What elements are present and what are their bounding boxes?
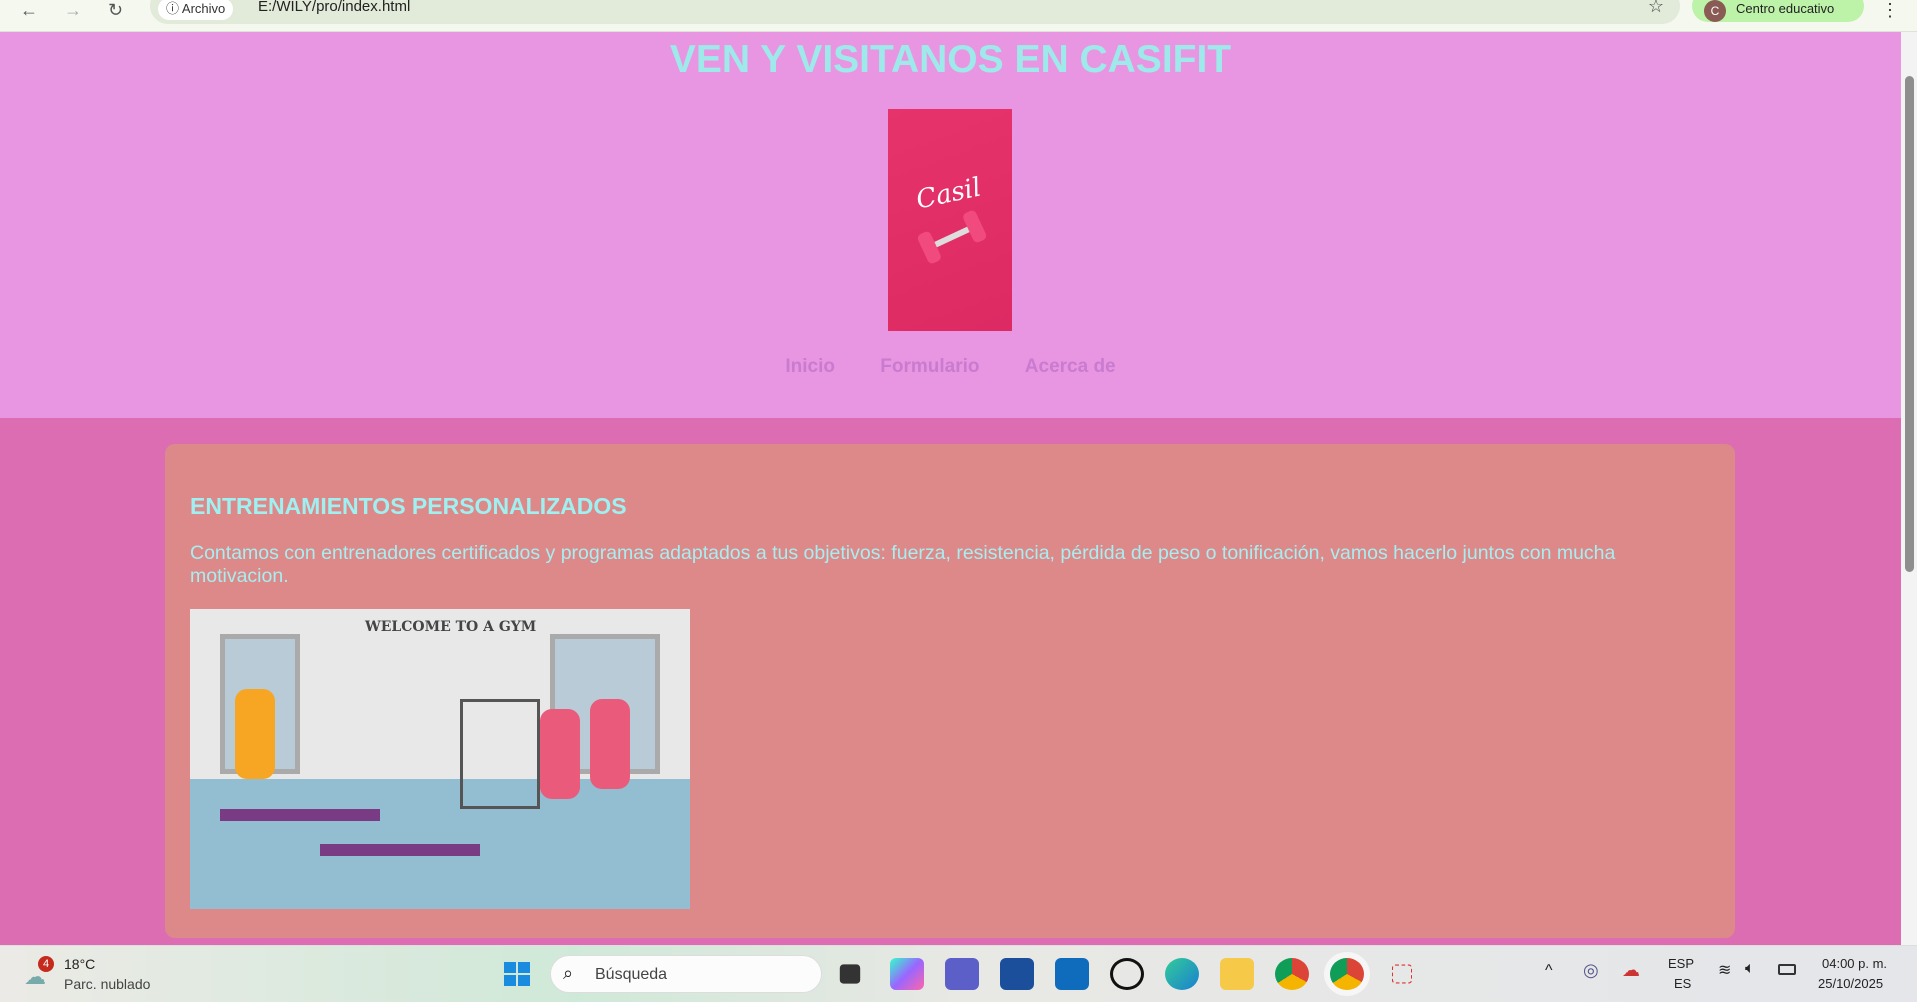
weather-badge: 4 (38, 956, 54, 972)
address-bar[interactable]: ⓘ Archivo E:/WILY/pro/index.html ☆ (150, 0, 1680, 24)
taskbar-search[interactable]: ⌕ Búsqueda (550, 955, 822, 993)
dell-icon[interactable] (1110, 958, 1144, 990)
reload-icon[interactable]: ↻ (108, 0, 123, 21)
copilot-icon[interactable] (890, 958, 924, 990)
scrollbar-thumb[interactable] (1905, 76, 1914, 572)
weather-widget[interactable]: ☁ 4 18°C Parc. nublado (22, 952, 172, 996)
battery-icon[interactable] (1778, 964, 1796, 975)
section-text: Contamos con entrenadores certificados y… (190, 542, 1616, 587)
edge-icon[interactable] (1165, 958, 1199, 990)
nav-acerca-de[interactable]: Acerca de (1025, 356, 1116, 377)
language-code[interactable]: ESP (1668, 956, 1694, 971)
wifi-icon[interactable]: ≋ (1718, 960, 1731, 980)
tray-icon[interactable]: ◎ (1583, 960, 1599, 981)
back-icon[interactable]: ← (20, 0, 38, 21)
page-title: VEN Y VISITANOS EN CASIFIT (669, 38, 1232, 81)
onedrive-error-icon[interactable]: ☁ (1622, 960, 1640, 981)
file-explorer-icon[interactable] (1220, 958, 1254, 990)
snipping-tool-icon[interactable] (1391, 964, 1413, 984)
keyboard-layout[interactable]: ES (1674, 976, 1691, 991)
gym-illustration: WELCOME TO A GYM (190, 609, 690, 909)
clock-time[interactable]: 04:00 p. m. (1822, 956, 1887, 971)
search-placeholder: Búsqueda (595, 966, 668, 983)
start-icon[interactable] (500, 958, 534, 990)
more-menu-icon[interactable]: ⋮ (1881, 0, 1899, 21)
outlook-icon[interactable] (1055, 958, 1089, 990)
chrome-profile-icon[interactable] (1330, 958, 1364, 990)
page-content: VEN Y VISITANOS EN CASIFIT Casil Inicio … (0, 32, 1901, 945)
scrollbar[interactable] (1901, 32, 1917, 945)
show-hidden-icons[interactable]: ^ (1545, 962, 1553, 980)
gym-image-caption: WELCOME TO A GYM (365, 619, 537, 635)
search-icon: ⌕ (563, 963, 574, 983)
clock-date[interactable]: 25/10/2025 (1818, 976, 1883, 991)
chrome-icon[interactable] (1275, 958, 1309, 990)
forward-icon[interactable]: → (64, 0, 82, 21)
site-header: VEN Y VISITANOS EN CASIFIT Casil Inicio … (0, 32, 1901, 418)
avatar: C (1704, 0, 1726, 22)
browser-toolbar: ← → ↻ ⓘ Archivo E:/WILY/pro/index.html ☆… (0, 0, 1917, 32)
weather-desc: Parc. nublado (64, 976, 151, 992)
taskbar: ☁ 4 18°C Parc. nublado ⌕ Búsqueda ^ ◎ ☁ … (0, 945, 1917, 1002)
nav-formulario[interactable]: Formulario (880, 356, 979, 377)
nav-inicio[interactable]: Inicio (785, 356, 835, 377)
volume-icon[interactable]: 🔈︎ (1745, 960, 1755, 978)
task-view-icon[interactable] (839, 964, 861, 984)
site-info-chip[interactable]: ⓘ Archivo (158, 0, 234, 20)
weather-temp: 18°C (64, 956, 96, 972)
casifit-logo: Casil (888, 109, 1012, 331)
training-card: ENTRENAMIENTOS PERSONALIZADOS Contamos c… (165, 444, 1735, 938)
teams-icon[interactable] (945, 958, 979, 990)
url-text[interactable]: E:/WILY/pro/index.html (258, 0, 410, 15)
profile-button[interactable]: C Centro educativo (1692, 0, 1864, 22)
bookmark-star-icon[interactable]: ☆ (1648, 0, 1664, 17)
store-icon[interactable] (1000, 958, 1034, 990)
profile-label: Centro educativo (1736, 1, 1835, 16)
main-nav: Inicio Formulario Acerca de (0, 356, 1901, 378)
section-heading: ENTRENAMIENTOS PERSONALIZADOS (190, 493, 627, 519)
site-info-label: Archivo (181, 1, 226, 16)
